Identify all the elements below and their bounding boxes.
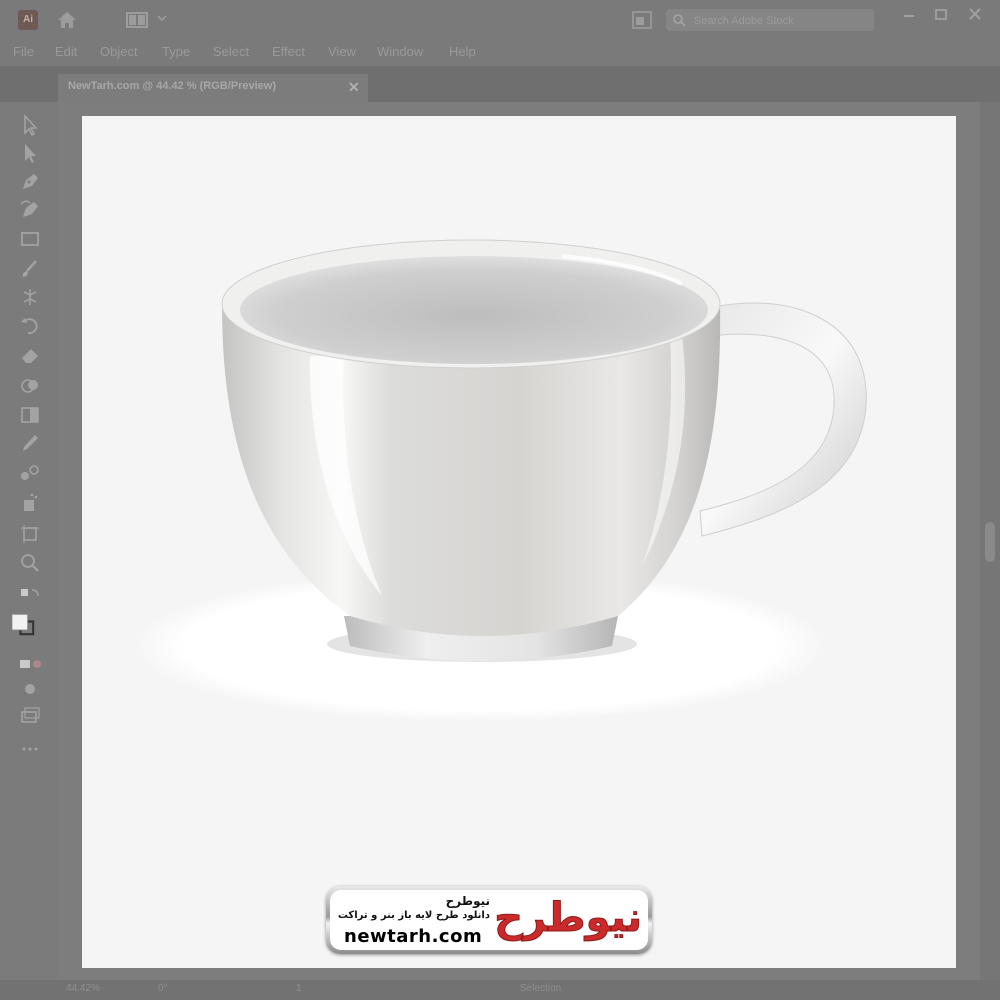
watermark-url: newtarh.com	[344, 926, 483, 947]
curvature-tool-icon[interactable]	[18, 198, 42, 220]
watermark-panel: نیوطرح دانلود طرح لایه باز بنر و تراکت n…	[330, 890, 648, 950]
eraser-tool-icon[interactable]	[18, 344, 42, 366]
rectangle-tool-icon[interactable]	[18, 228, 42, 250]
watermark-logo: نیوطرح	[494, 895, 643, 942]
app-logo: Ai	[18, 10, 38, 30]
watermark-title: نیوطرح	[445, 894, 490, 908]
arrange-documents-icon[interactable]	[632, 11, 652, 29]
illustrator-window: Ai Search Adobe Stock File Edit Object T…	[0, 0, 1000, 1000]
draw-mode-icon[interactable]	[18, 654, 42, 676]
workspace-switcher-icon[interactable]	[126, 12, 148, 28]
zoom-tool-icon[interactable]	[18, 552, 42, 574]
menu-edit[interactable]: Edit	[55, 44, 77, 59]
fill-stroke-swatch[interactable]	[11, 614, 46, 644]
canvas-area[interactable]	[58, 102, 980, 980]
direct-selection-tool-icon[interactable]	[18, 142, 42, 164]
menu-object[interactable]: Object	[100, 44, 138, 59]
minimize-icon[interactable]	[898, 6, 920, 24]
artboard-tool-icon[interactable]	[18, 522, 42, 544]
restore-icon[interactable]	[930, 6, 952, 24]
symbol-sprayer-tool-icon[interactable]	[18, 492, 42, 514]
menu-view[interactable]: View	[328, 44, 356, 59]
current-tool-label: Selection	[520, 983, 562, 994]
gradient-tool-icon[interactable]	[18, 404, 42, 426]
rotation-value[interactable]: 0°	[158, 983, 168, 994]
menu-effect[interactable]: Effect	[272, 44, 305, 59]
blend-tool-icon[interactable]	[18, 462, 42, 484]
menu-file[interactable]: File	[13, 44, 34, 59]
home-icon[interactable]	[56, 9, 78, 31]
close-tab-icon[interactable]: ✕	[348, 79, 360, 96]
menu-help[interactable]: Help	[449, 44, 476, 59]
search-input[interactable]	[692, 12, 866, 30]
selection-tool-icon[interactable]	[18, 113, 42, 137]
width-tool-icon[interactable]	[18, 286, 42, 308]
menu-select[interactable]: Select	[213, 44, 249, 59]
swap-colors-icon[interactable]	[18, 586, 42, 608]
vertical-scrollbar[interactable]	[980, 102, 1000, 980]
artboard-navigator[interactable]: 1	[296, 983, 302, 994]
pen-tool-icon[interactable]	[18, 170, 42, 192]
stock-search-field[interactable]	[666, 9, 874, 31]
chevron-down-icon[interactable]	[156, 12, 168, 24]
close-window-icon[interactable]	[964, 6, 986, 24]
status-bar: 44.42% 0° 1 Selection	[0, 980, 1000, 1000]
zoom-level[interactable]: 44.42%	[66, 983, 100, 994]
tools-panel	[0, 102, 58, 980]
teacup-illustration[interactable]	[82, 116, 956, 968]
menu-window[interactable]: Window	[377, 44, 423, 59]
shape-builder-tool-icon[interactable]	[18, 374, 42, 396]
eyedropper-tool-icon[interactable]	[18, 432, 42, 454]
more-tools-icon[interactable]	[18, 738, 42, 760]
search-icon	[673, 14, 686, 27]
screen-mode-icon[interactable]	[18, 678, 42, 700]
rotate-tool-icon[interactable]	[18, 314, 42, 336]
scrollbar-thumb[interactable]	[985, 522, 995, 562]
menu-bar: File Edit Object Type Select Effect View…	[0, 40, 1000, 66]
watermark-badge: نیوطرح دانلود طرح لایه باز بنر و تراکت n…	[326, 886, 652, 954]
watermark-subtitle: دانلود طرح لایه باز بنر و تراکت	[337, 910, 490, 921]
layers-icon[interactable]	[18, 704, 42, 726]
document-tab[interactable]: NewTarh.com @ 44.42 % (RGB/Preview) ✕	[58, 74, 368, 102]
title-bar: Ai	[0, 0, 1000, 40]
menu-type[interactable]: Type	[162, 44, 190, 59]
document-tab-title: NewTarh.com @ 44.42 % (RGB/Preview)	[68, 80, 276, 92]
paintbrush-tool-icon[interactable]	[18, 258, 42, 280]
document-tab-bar: NewTarh.com @ 44.42 % (RGB/Preview) ✕	[0, 66, 1000, 102]
artboard[interactable]	[82, 116, 956, 968]
cup-inside	[240, 256, 708, 364]
